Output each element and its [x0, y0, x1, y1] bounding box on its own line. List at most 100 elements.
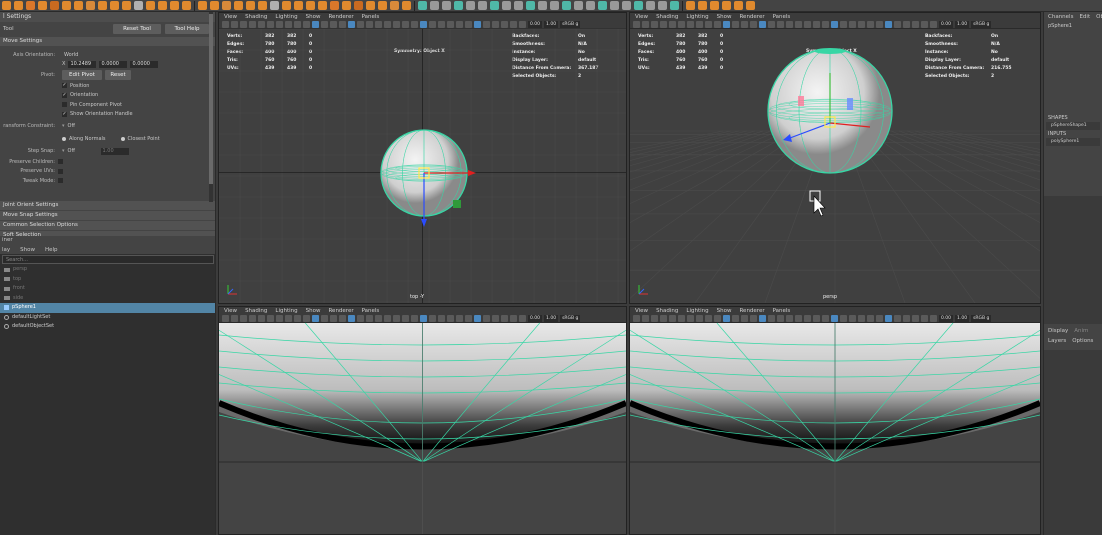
viewport-tool-icon[interactable] [321, 20, 328, 28]
shelf-tool-16-icon[interactable] [598, 1, 607, 10]
shelf-sphere-icon[interactable] [14, 1, 23, 10]
viewport-tool-icon[interactable] [249, 20, 256, 28]
pin-pivot-checkbox[interactable] [62, 102, 67, 108]
viewport-tool-icon[interactable] [894, 314, 901, 322]
gamma-field[interactable]: 1.00 [955, 314, 970, 322]
viewport-tool-icon[interactable] [285, 314, 292, 322]
viewport-menu-renderer[interactable]: Renderer [328, 308, 353, 314]
viewport-tool-icon[interactable] [258, 20, 265, 28]
viewport-tool-icon[interactable] [231, 20, 238, 28]
position-checkbox[interactable]: ✓ [62, 83, 67, 89]
viewport-tool-icon[interactable] [474, 20, 481, 28]
viewport-menu-shading[interactable]: Shading [656, 14, 678, 20]
viewport-tool-icon[interactable] [732, 314, 739, 322]
gamma-field[interactable]: 1.00 [544, 314, 559, 322]
shelf-sphere-icon[interactable] [182, 1, 191, 10]
viewport-menu-show[interactable]: Show [717, 14, 732, 20]
viewport-tool-icon[interactable] [840, 314, 847, 322]
viewport-tool-icon[interactable] [804, 20, 811, 28]
shelf-tool-20-icon[interactable] [646, 1, 655, 10]
shelf-bridge-icon[interactable] [282, 1, 291, 10]
shelf-tool-5-icon[interactable] [466, 1, 475, 10]
viewport-menu-shading[interactable]: Shading [245, 308, 267, 314]
viewport-tool-icon[interactable] [357, 20, 364, 28]
shelf-cone-icon[interactable] [198, 1, 207, 10]
viewport-tool-icon[interactable] [312, 20, 319, 28]
viewport-tool-icon[interactable] [474, 314, 481, 322]
viewport-tool-icon[interactable] [894, 20, 901, 28]
preserve-uvs-checkbox[interactable] [58, 168, 63, 174]
shelf-bevel-icon[interactable] [110, 1, 119, 10]
shelf-bevel-icon[interactable] [270, 1, 279, 10]
shelf-tool-13-icon[interactable] [562, 1, 571, 10]
viewport-tool-icon[interactable] [438, 314, 445, 322]
viewport-tool-icon[interactable] [651, 20, 658, 28]
viewport-tool-icon[interactable] [303, 20, 310, 28]
shelf-tool-8-icon[interactable] [502, 1, 511, 10]
viewport-tool-icon[interactable] [822, 314, 829, 322]
viewport-tool-icon[interactable] [903, 20, 910, 28]
viewport-tool-icon[interactable] [465, 314, 472, 322]
shelf-edit-4-icon[interactable] [722, 1, 731, 10]
viewport-menu-show[interactable]: Show [306, 14, 321, 20]
viewport-tool-icon[interactable] [366, 314, 373, 322]
shelf-separate-icon[interactable] [246, 1, 255, 10]
shelf-cube-icon[interactable] [330, 1, 339, 10]
viewport-tool-icon[interactable] [339, 20, 346, 28]
viewport-tool-icon[interactable] [303, 314, 310, 322]
viewport-tool-icon[interactable] [705, 314, 712, 322]
viewport-menu-panels[interactable]: Panels [773, 14, 791, 20]
outliner-menu-help[interactable]: Help [45, 247, 58, 253]
reset-tool-button[interactable]: Reset Tool [113, 24, 161, 34]
viewport-tool-icon[interactable] [231, 314, 238, 322]
viewport-tool-icon[interactable] [519, 20, 526, 28]
shelf-edit-3-icon[interactable] [710, 1, 719, 10]
viewport-tool-icon[interactable] [777, 314, 784, 322]
viewport-tool-icon[interactable] [447, 20, 454, 28]
shelf-bridge-icon[interactable] [122, 1, 131, 10]
viewport-tool-icon[interactable] [642, 314, 649, 322]
vec-z-field[interactable]: 0.0000 [130, 60, 159, 68]
outliner-item[interactable]: side [0, 294, 215, 304]
viewport-menu-panels[interactable]: Panels [362, 308, 380, 314]
viewport-tool-icon[interactable] [822, 20, 829, 28]
viewport-tool-icon[interactable] [876, 314, 883, 322]
viewport-tool-icon[interactable] [912, 20, 919, 28]
shelf-extract-icon[interactable] [258, 1, 267, 10]
viewport-tool-icon[interactable] [831, 20, 838, 28]
viewport-tool-icon[interactable] [813, 20, 820, 28]
shelf-edit-2-icon[interactable] [698, 1, 707, 10]
viewport-tool-icon[interactable] [294, 20, 301, 28]
colorspace-field[interactable]: sRGB g [971, 20, 992, 28]
preserve-children-checkbox[interactable] [58, 159, 63, 165]
viewport-tool-icon[interactable] [768, 314, 775, 322]
outliner-item[interactable]: pSphere1 [0, 303, 215, 313]
shelf-tool-17-icon[interactable] [610, 1, 619, 10]
shelf-tool-3-icon[interactable] [442, 1, 451, 10]
viewport-tool-icon[interactable] [759, 20, 766, 28]
viewport-tool-icon[interactable] [375, 20, 382, 28]
shelf-extrude-icon[interactable] [294, 1, 303, 10]
viewport-tool-icon[interactable] [366, 20, 373, 28]
outliner-item[interactable]: persp [0, 265, 215, 275]
viewport-tool-icon[interactable] [312, 314, 319, 322]
viewport-tool-icon[interactable] [885, 314, 892, 322]
shelf-edit-1-icon[interactable] [686, 1, 695, 10]
viewport-tool-icon[interactable] [258, 314, 265, 322]
shelf-cylinder-icon[interactable] [354, 1, 363, 10]
viewport-menu-lighting[interactable]: Lighting [275, 14, 297, 20]
orientation-checkbox[interactable]: ✓ [62, 92, 67, 98]
viewport-tool-icon[interactable] [876, 20, 883, 28]
channels-tab[interactable]: Channels [1048, 14, 1073, 20]
outliner-item[interactable]: defaultObjectSet [0, 322, 215, 332]
viewport-tool-icon[interactable] [903, 314, 910, 322]
viewport-tool-icon[interactable] [813, 314, 820, 322]
exposure-field[interactable]: 0.00 [939, 20, 954, 28]
viewport-menu-show[interactable]: Show [306, 308, 321, 314]
shelf-tool-11-icon[interactable] [538, 1, 547, 10]
viewport-tool-icon[interactable] [741, 20, 748, 28]
viewport-tool-icon[interactable] [510, 314, 517, 322]
viewport-tool-icon[interactable] [705, 20, 712, 28]
shelf-combine-icon[interactable] [74, 1, 83, 10]
shelf-tool-22-icon[interactable] [670, 1, 679, 10]
